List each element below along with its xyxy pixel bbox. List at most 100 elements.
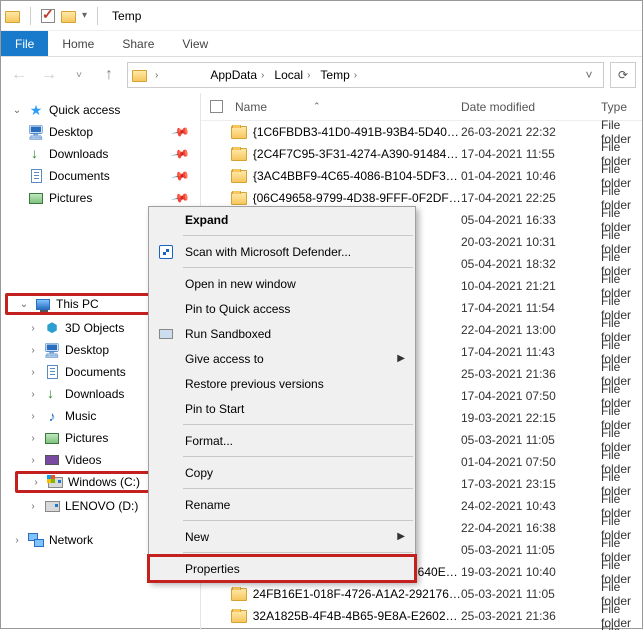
menu-open-new-window[interactable]: Open in new window — [149, 271, 415, 296]
tab-home[interactable]: Home — [48, 31, 108, 56]
table-row[interactable]: {2C4F7C95-3F31-4274-A390-9148448A...17-0… — [201, 143, 642, 165]
chevron-right-icon[interactable]: › — [27, 345, 39, 356]
qat-folder-icon[interactable] — [61, 11, 76, 23]
menu-scan-defender[interactable]: Scan with Microsoft Defender... — [149, 239, 415, 264]
menu-pin-quick-access[interactable]: Pin to Quick access — [149, 296, 415, 321]
menu-run-sandboxed[interactable]: Run Sandboxed — [149, 321, 415, 346]
address-dropdown-icon[interactable]: ˅ — [579, 68, 599, 82]
nav-up-button[interactable]: ↑ — [97, 63, 121, 87]
column-date[interactable]: Date modified — [461, 100, 601, 114]
file-date: 25-03-2021 21:36 — [461, 367, 601, 381]
downloads-icon — [27, 148, 45, 160]
chevron-right-icon[interactable]: › — [11, 535, 23, 546]
file-name: {3AC4BBF9-4C65-4086-B104-5DF3482... — [253, 169, 461, 183]
file-date: 25-03-2021 21:36 — [461, 609, 601, 623]
file-date: 05-03-2021 11:05 — [461, 587, 601, 601]
tab-view[interactable]: View — [168, 31, 222, 56]
file-date: 20-03-2021 10:31 — [461, 235, 601, 249]
nav-downloads[interactable]: Downloads 📌 — [1, 143, 200, 165]
file-name: {1C6FBDB3-41D0-491B-93B4-5D40D15... — [253, 125, 461, 139]
table-row[interactable]: {3AC4BBF9-4C65-4086-B104-5DF3482...01-04… — [201, 165, 642, 187]
nav-label: Pictures — [49, 191, 92, 205]
pictures-icon — [27, 193, 45, 204]
menu-expand[interactable]: Expand — [149, 207, 415, 232]
file-date: 19-03-2021 10:40 — [461, 565, 601, 579]
pin-icon: 📌 — [170, 122, 190, 142]
nav-back-button[interactable]: ← — [7, 63, 31, 87]
nav-label: Network — [49, 533, 93, 547]
network-icon — [27, 533, 45, 547]
file-date: 22-04-2021 13:00 — [461, 323, 601, 337]
app-icon — [5, 11, 20, 23]
chevron-right-icon[interactable]: › — [261, 70, 264, 81]
breadcrumb[interactable]: AppData› — [206, 66, 268, 84]
tab-share[interactable]: Share — [108, 31, 168, 56]
file-date: 01-04-2021 10:46 — [461, 169, 601, 183]
column-type[interactable]: Type — [601, 100, 642, 114]
chevron-right-icon[interactable]: › — [27, 501, 39, 512]
column-name[interactable]: Name⌃ — [231, 100, 461, 114]
address-box[interactable]: › AppData› Local› Temp› ˅ — [127, 62, 604, 88]
chevron-right-icon[interactable]: › — [27, 433, 39, 444]
nav-label: LENOVO (D:) — [65, 499, 138, 513]
folder-icon — [231, 588, 247, 601]
nav-documents[interactable]: Documents 📌 — [1, 165, 200, 187]
menu-label: New — [185, 530, 209, 544]
menu-properties[interactable]: Properties — [149, 556, 415, 581]
quick-access-toolbar: ▾ — [5, 7, 102, 25]
menu-pin-start[interactable]: Pin to Start — [149, 396, 415, 421]
nav-quick-access[interactable]: ⌄ ★ Quick access — [1, 99, 200, 121]
chevron-down-icon[interactable]: ⌄ — [18, 299, 30, 310]
chevron-down-icon[interactable]: ⌄ — [11, 105, 23, 116]
file-date: 10-04-2021 21:21 — [461, 279, 601, 293]
desktop-icon: 🖥 — [27, 124, 45, 141]
menu-rename[interactable]: Rename — [149, 492, 415, 517]
table-row[interactable]: 24FB16E1-018F-4726-A1A2-29217664E...05-0… — [201, 583, 642, 605]
file-name: {06C49658-9799-4D38-9FFF-0F2DFC0B... — [253, 191, 461, 205]
chevron-right-icon: ▶ — [397, 531, 405, 542]
select-all-checkbox[interactable] — [210, 100, 223, 113]
nav-recent-dropdown[interactable]: ˅ — [67, 63, 91, 87]
star-icon: ★ — [27, 102, 45, 119]
chevron-right-icon[interactable]: › — [27, 411, 39, 422]
refresh-button[interactable]: ⟳ — [610, 62, 636, 88]
chevron-right-icon[interactable]: › — [354, 70, 357, 81]
tab-file[interactable]: File — [1, 31, 48, 56]
chevron-right-icon[interactable]: › — [155, 70, 158, 81]
chevron-right-icon[interactable]: › — [27, 455, 39, 466]
file-date: 01-04-2021 07:50 — [461, 455, 601, 469]
window-title: Temp — [112, 9, 141, 23]
qat-checkbox-icon[interactable] — [41, 9, 55, 23]
chevron-right-icon[interactable]: › — [307, 70, 310, 81]
chevron-right-icon[interactable]: › — [27, 389, 39, 400]
file-name: 32A1825B-4F4B-4B65-9E8A-E2602FCD... — [253, 609, 461, 623]
menu-new[interactable]: New ▶ — [149, 524, 415, 549]
menu-restore-previous[interactable]: Restore previous versions — [149, 371, 415, 396]
nav-label: Windows (C:) — [68, 475, 140, 489]
qat-overflow-icon[interactable]: ▾ — [82, 10, 87, 21]
chevron-right-icon[interactable]: › — [30, 477, 42, 488]
menu-label: Give access to — [185, 352, 264, 366]
breadcrumb[interactable]: Local› — [270, 66, 314, 84]
table-row[interactable]: 32A1825B-4F4B-4B65-9E8A-E2602FCD...25-03… — [201, 605, 642, 627]
menu-label: Scan with Microsoft Defender... — [185, 245, 351, 259]
table-row[interactable]: {1C6FBDB3-41D0-491B-93B4-5D40D15...26-03… — [201, 121, 642, 143]
menu-format[interactable]: Format... — [149, 428, 415, 453]
file-date: 26-03-2021 22:32 — [461, 125, 601, 139]
address-folder-icon — [132, 70, 147, 82]
nav-forward-button[interactable]: → — [37, 63, 61, 87]
shield-icon — [157, 243, 175, 261]
menu-give-access[interactable]: Give access to ▶ — [149, 346, 415, 371]
nav-label: Pictures — [65, 431, 108, 445]
menu-copy[interactable]: Copy — [149, 460, 415, 485]
chevron-right-icon[interactable]: › — [27, 323, 39, 334]
address-bar: ← → ˅ ↑ › AppData› Local› Temp› ˅ ⟳ — [1, 57, 642, 93]
nav-label: Quick access — [49, 103, 120, 117]
chevron-right-icon[interactable]: › — [27, 367, 39, 378]
breadcrumb[interactable]: Temp› — [316, 66, 361, 84]
sort-caret-icon: ⌃ — [313, 101, 321, 112]
videos-icon — [43, 455, 61, 465]
cube-icon: ⬢ — [43, 320, 61, 336]
music-icon: ♪ — [43, 409, 61, 423]
nav-desktop[interactable]: 🖥 Desktop 📌 — [1, 121, 200, 143]
